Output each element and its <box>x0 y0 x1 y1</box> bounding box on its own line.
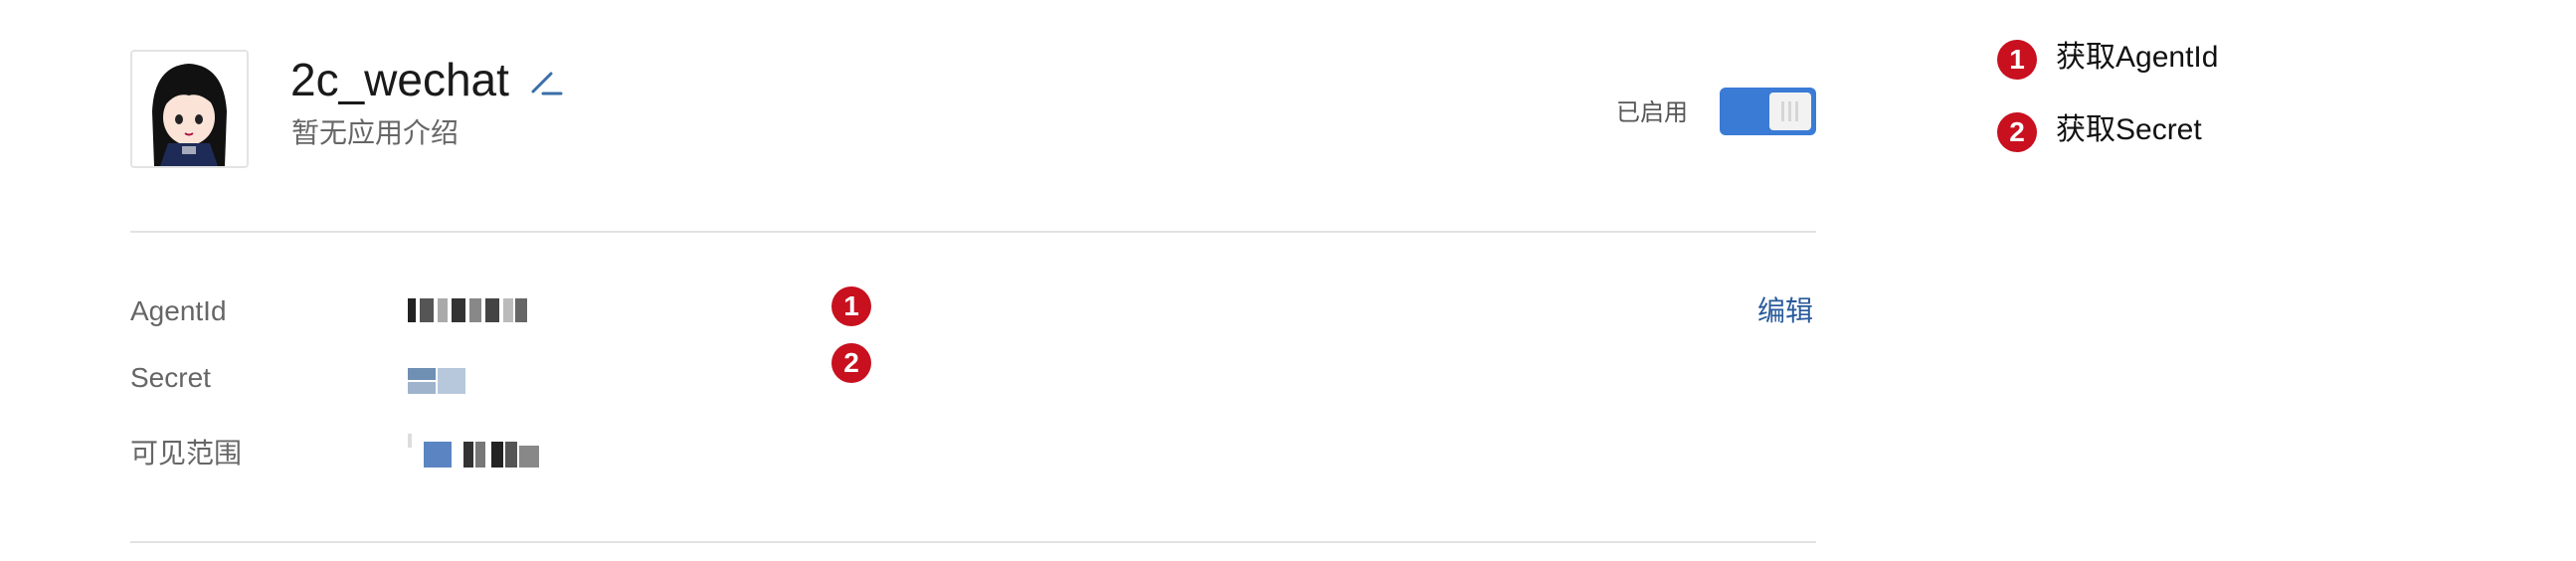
masked-secret-value <box>408 368 465 394</box>
marker-badge-2: 2 <box>831 343 871 383</box>
edit-name-pencil-icon[interactable] <box>529 66 563 99</box>
legend-text-secret: 获取Secret <box>2056 113 2202 146</box>
row-label-agentid: AgentId <box>130 295 227 326</box>
app-avatar <box>130 50 249 168</box>
divider-bottom <box>130 541 1816 543</box>
status-label: 已启用 <box>1616 99 1688 126</box>
enable-toggle[interactable] <box>1720 88 1816 135</box>
app-description: 暂无应用介绍 <box>291 117 460 148</box>
row-label-visibility: 可见范围 <box>130 438 243 468</box>
app-name: 2c_wechat <box>290 54 509 105</box>
avatar-illustration <box>132 52 247 166</box>
toggle-knob <box>1769 93 1811 130</box>
row-label-secret: Secret <box>130 362 211 393</box>
legend-badge-1: 1 <box>1997 40 2037 80</box>
masked-visibility-value <box>408 434 547 469</box>
divider-top <box>130 231 1816 233</box>
edit-link[interactable]: 编辑 <box>1757 291 1813 331</box>
legend-badge-2: 2 <box>1997 112 2037 152</box>
legend-text-agentid: 获取AgentId <box>2056 41 2219 74</box>
masked-agentid-value <box>408 298 527 322</box>
marker-badge-1: 1 <box>831 286 871 326</box>
